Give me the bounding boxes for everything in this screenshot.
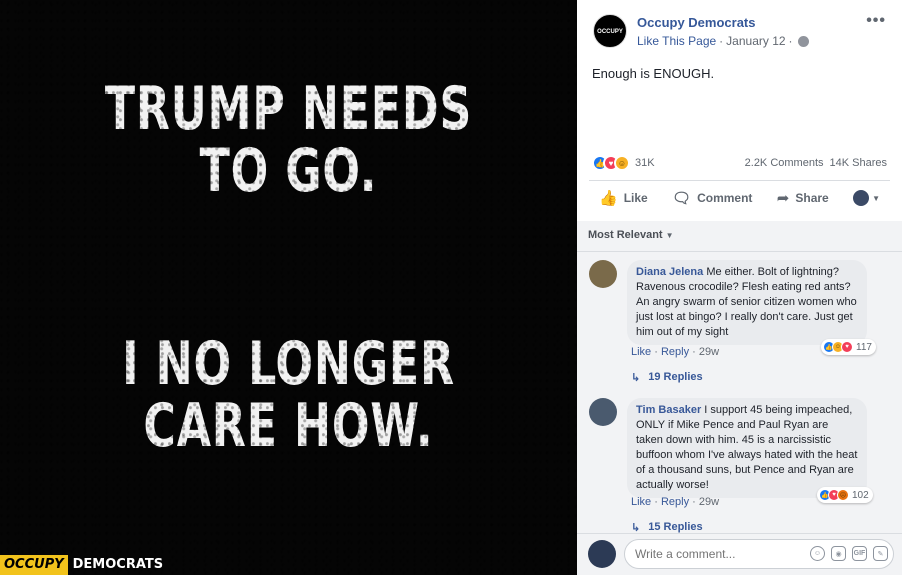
view-replies-link[interactable]: ↳ 15 Replies: [631, 521, 703, 533]
reply-arrow-icon: ↳: [631, 372, 641, 384]
poster-headline-bottom: I NO LONGER CARE HOW.: [0, 333, 577, 457]
meta-separator: ·: [719, 34, 724, 48]
haha-reaction-icon: ☺: [614, 155, 630, 171]
stats-right: 2.2K Comments 14K Shares: [745, 157, 887, 169]
share-button[interactable]: ➦ Share: [777, 189, 829, 207]
comment-like-link[interactable]: Like: [631, 496, 651, 508]
comment-button[interactable]: 🗨 Comment: [672, 189, 752, 207]
sep: ·: [692, 496, 696, 508]
camera-icon[interactable]: ◉: [831, 546, 846, 561]
reply-arrow-icon: ↳: [631, 522, 641, 533]
caret-down-icon: ▼: [872, 193, 880, 203]
comment-author-link[interactable]: Diana Jelena: [636, 266, 703, 278]
reaction-count[interactable]: 31K: [635, 157, 655, 169]
comment-text: I support 45 being impeached, ONLY if Mi…: [636, 404, 858, 491]
comment-reply-link[interactable]: Reply: [661, 496, 689, 508]
like-label: Like: [623, 191, 648, 205]
comment-composer: ☺ ◉ GIF ✎: [577, 533, 902, 575]
composer-icons: ☺ ◉ GIF ✎: [810, 546, 888, 561]
gif-icon[interactable]: GIF: [852, 546, 867, 561]
comment-reaction-count: 117: [856, 341, 872, 353]
divider: [589, 180, 890, 181]
comment-like-link[interactable]: Like: [631, 346, 651, 358]
globe-icon: [797, 35, 809, 47]
comment-author-link[interactable]: Tim Basaker: [636, 404, 701, 416]
page-avatar[interactable]: OCCUPY: [593, 14, 627, 48]
comment-actions: Like · Reply · 29w: [631, 346, 719, 358]
share-arrow-icon: ➦: [776, 190, 790, 207]
commenter-avatar[interactable]: [589, 398, 617, 426]
share-label: Share: [795, 191, 829, 205]
poster-line: TO GO.: [199, 136, 378, 206]
comment-bubble: Tim Basaker I support 45 being impeached…: [627, 398, 867, 498]
meta-separator: ·: [788, 34, 793, 48]
my-avatar: [588, 540, 616, 568]
comment-label: Comment: [697, 191, 753, 205]
comment-age[interactable]: 29w: [699, 496, 719, 508]
comments-count-link[interactable]: 2.2K Comments: [745, 157, 824, 169]
sort-label: Most Relevant: [588, 229, 663, 241]
post-meta: Like This Page · January 12 ·: [637, 34, 809, 48]
identity-selector[interactable]: ▼: [853, 190, 880, 206]
comment-reactions[interactable]: 👍 ♥ ☹ 102: [817, 487, 873, 503]
brand-democrats: DEMOCRATS: [72, 557, 164, 572]
sep: ·: [654, 496, 658, 508]
post-stats: 👍 ♥ ☺ 31K 2.2K Comments 14K Shares: [592, 154, 887, 172]
angry-reaction-icon: ☹: [837, 489, 849, 501]
comment-bubble: Diana Jelena Me either. Bolt of lightnin…: [627, 260, 867, 345]
replies-label: 15 Replies: [648, 521, 703, 533]
view-replies-link[interactable]: ↳ 19 Replies: [631, 371, 703, 384]
thumbs-up-icon: 👍: [599, 190, 618, 207]
post-header: OCCUPY Occupy Democrats Like This Page ·…: [577, 0, 902, 60]
post-date[interactable]: January 12: [726, 34, 785, 48]
comments-section: Most Relevant ▼ Diana Jelena Me either. …: [577, 221, 902, 533]
love-reaction-icon: ♥: [841, 341, 853, 353]
brand-occupy: OCCUPY: [0, 555, 68, 575]
like-page-link[interactable]: Like This Page: [637, 34, 716, 48]
sep: ·: [692, 346, 696, 358]
post-text: Enough is ENOUGH.: [592, 66, 715, 81]
comment-sort-dropdown[interactable]: Most Relevant ▼: [588, 229, 674, 241]
comment-reactions[interactable]: 👍 ☺ ♥ 117: [821, 339, 876, 355]
post-action-bar: 👍 Like 🗨 Comment ➦ Share ▼: [589, 182, 890, 214]
like-button[interactable]: 👍 Like: [599, 189, 648, 207]
commenter-avatar[interactable]: [589, 260, 617, 288]
profile-avatar: [853, 190, 870, 206]
replies-label: 19 Replies: [648, 371, 703, 383]
shares-count-link[interactable]: 14K Shares: [830, 157, 887, 169]
sticker-icon[interactable]: ✎: [873, 546, 888, 561]
divider: [577, 251, 902, 252]
poster-headline-top: TRUMP NEEDS TO GO.: [0, 78, 577, 202]
post-panel: OCCUPY Occupy Democrats Like This Page ·…: [577, 0, 902, 575]
sep: ·: [654, 346, 658, 358]
page-name-link[interactable]: Occupy Democrats: [637, 15, 756, 30]
poster-line: I NO LONGER: [122, 329, 455, 399]
comment-actions: Like · Reply · 29w: [631, 496, 719, 508]
poster-line: CARE HOW.: [143, 391, 434, 461]
comment-reply-link[interactable]: Reply: [661, 346, 689, 358]
poster-line: TRUMP NEEDS: [104, 74, 473, 144]
comment-age[interactable]: 29w: [699, 346, 719, 358]
more-options-icon[interactable]: •••: [866, 12, 886, 30]
caret-down-icon: ▼: [665, 231, 674, 240]
emoji-icon[interactable]: ☺: [810, 546, 825, 561]
post-image[interactable]: TRUMP NEEDS TO GO. I NO LONGER CARE HOW.…: [0, 0, 577, 575]
brand-watermark: OCCUPY DEMOCRATS: [0, 555, 168, 575]
comment-reaction-count: 102: [852, 489, 869, 501]
speech-bubble-icon: 🗨: [672, 190, 692, 207]
